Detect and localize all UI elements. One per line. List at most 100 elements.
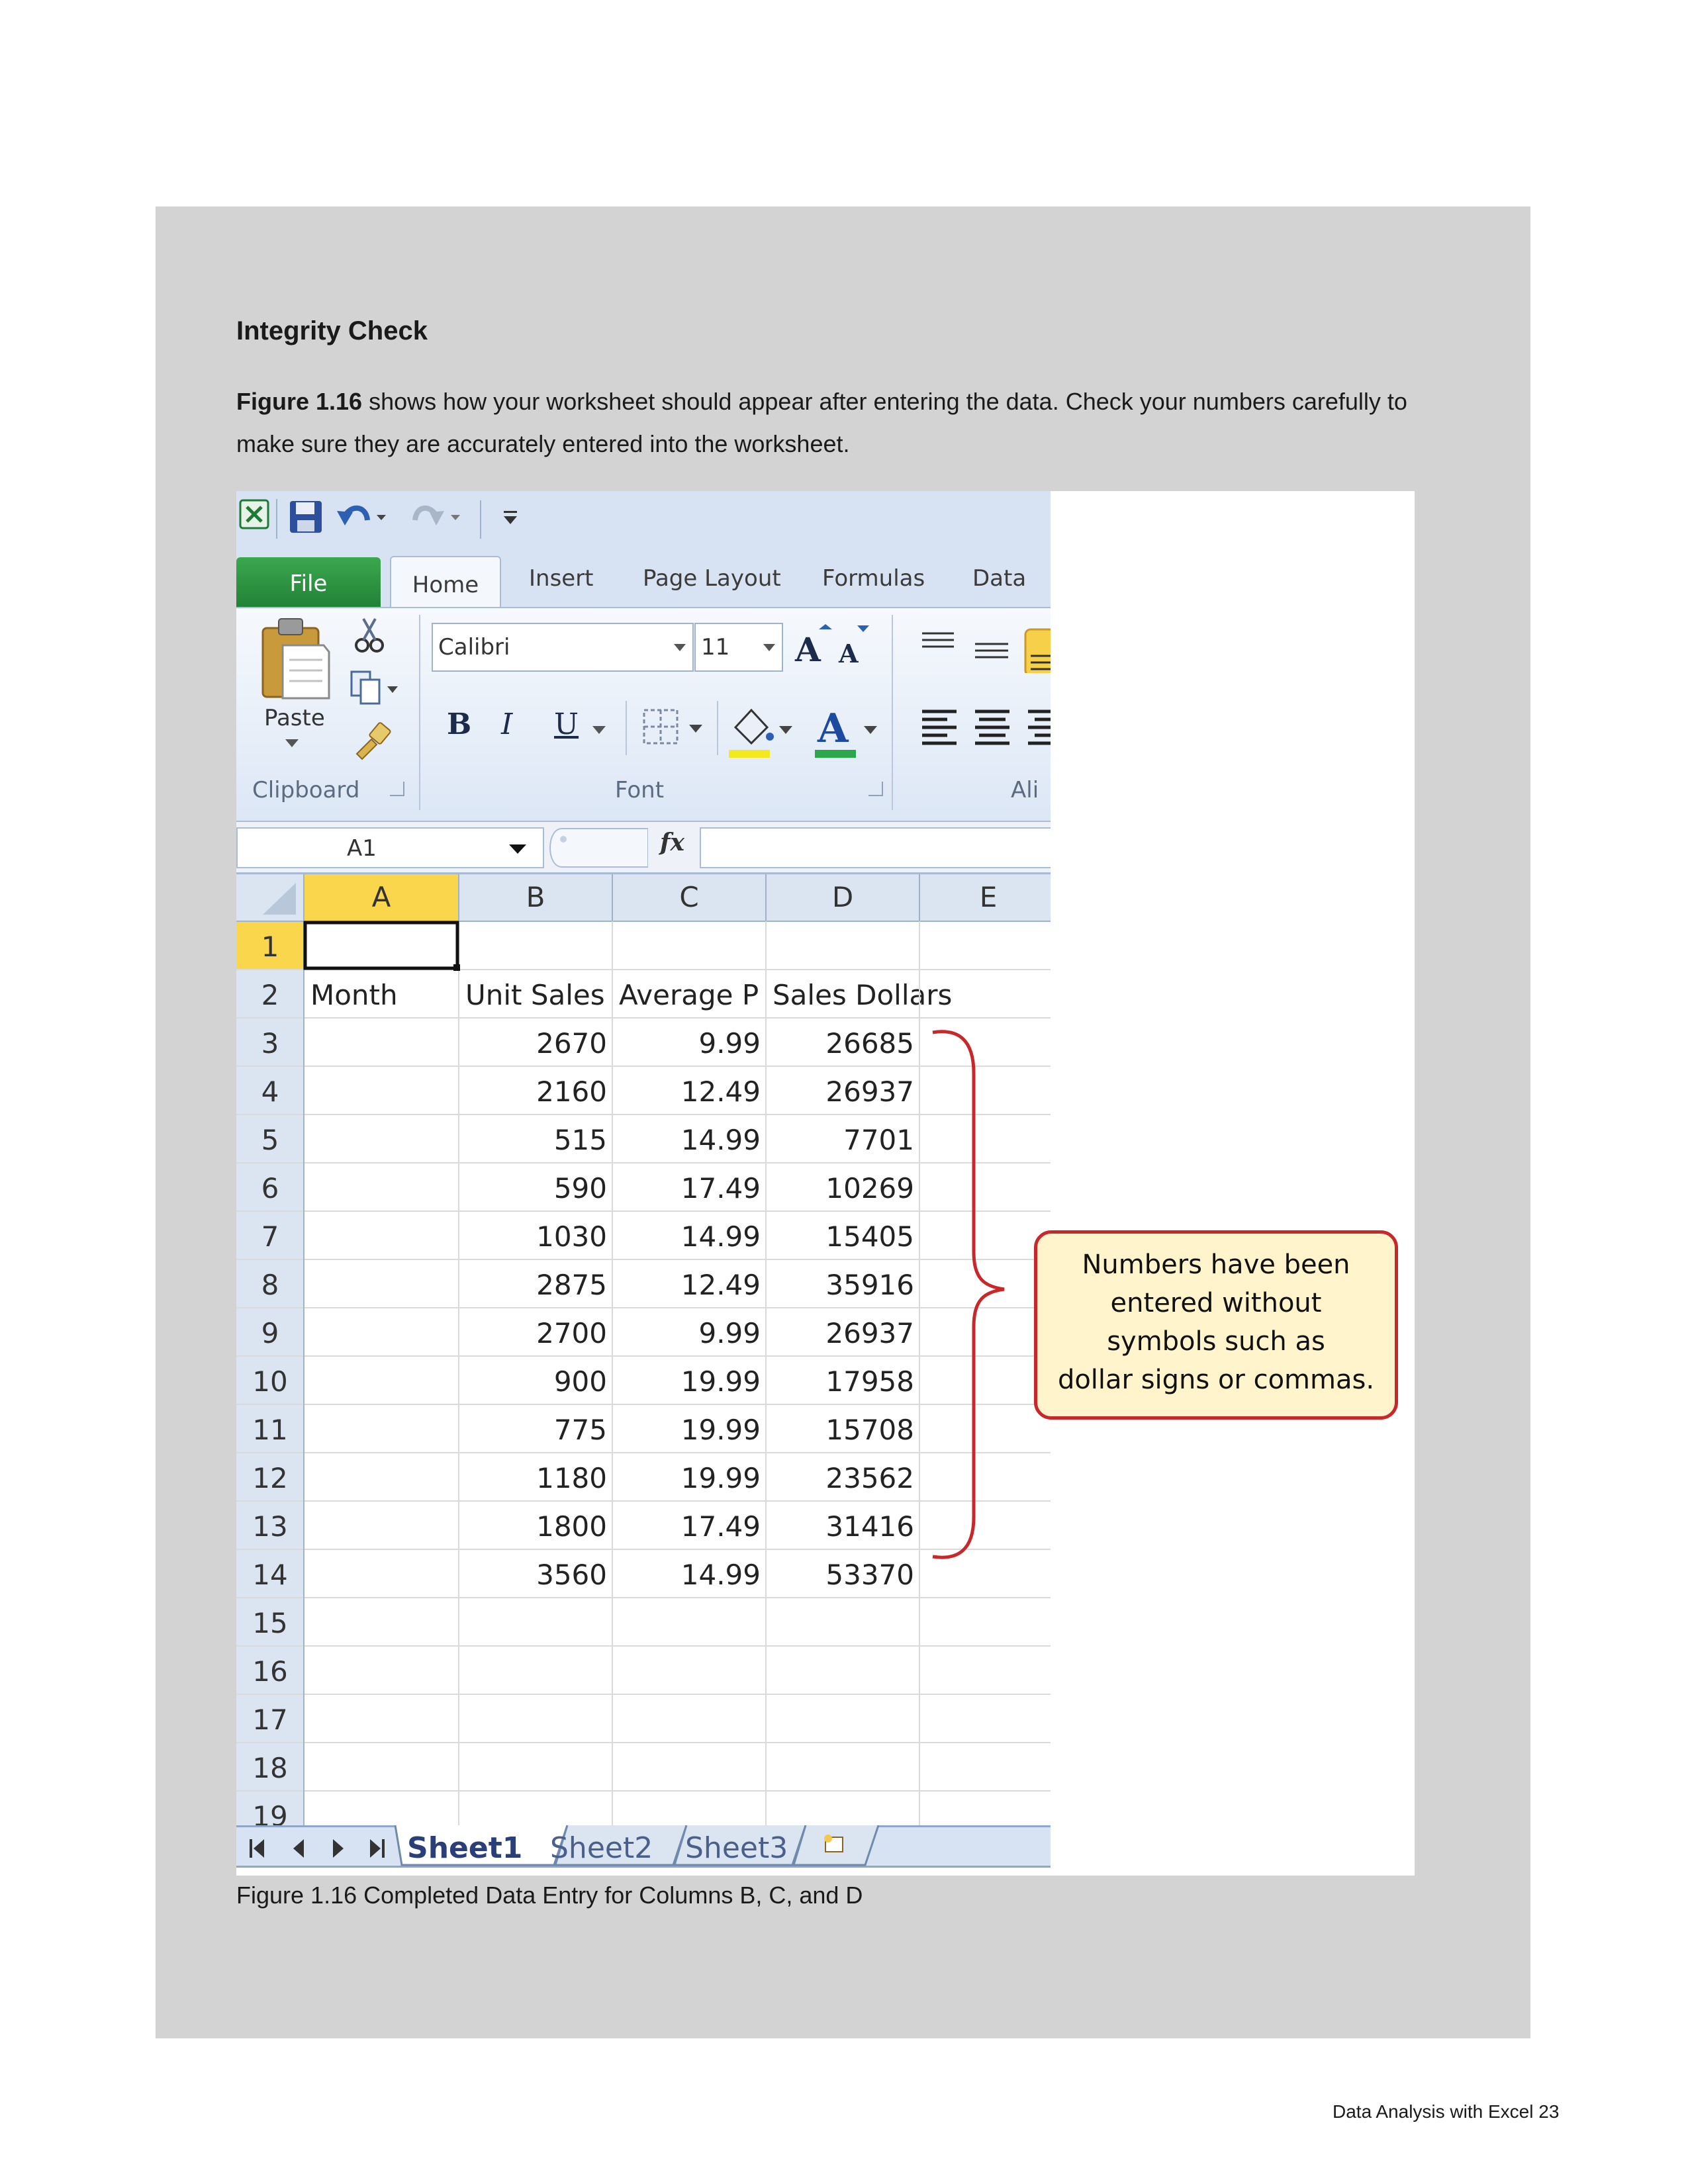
row-header-5[interactable]: 5 <box>261 1124 279 1156</box>
row-header-11[interactable]: 11 <box>252 1414 287 1446</box>
cell-c14[interactable]: 14.99 <box>681 1559 761 1591</box>
tab-page-layout[interactable]: Page Layout <box>643 565 781 592</box>
excel-app-icon[interactable] <box>239 499 269 529</box>
cell-b7[interactable]: 1030 <box>536 1220 607 1253</box>
cell-d8[interactable]: 35916 <box>825 1269 914 1301</box>
tab-home[interactable]: Home <box>390 556 501 609</box>
tab-insert[interactable]: Insert <box>529 565 594 592</box>
grow-shrink-font-icons[interactable]: A A <box>792 623 872 669</box>
row-header-13[interactable]: 13 <box>252 1510 287 1543</box>
row-header-19[interactable]: 19 <box>252 1800 287 1827</box>
borders-icon[interactable] <box>640 706 706 750</box>
fill-handle[interactable] <box>453 964 460 971</box>
cell-c5[interactable]: 14.99 <box>681 1124 761 1156</box>
cell-d2[interactable]: Sales Dollars <box>773 979 952 1011</box>
cell-b4[interactable]: 2160 <box>536 1075 607 1108</box>
cell-d7[interactable]: 15405 <box>825 1220 914 1253</box>
cell-d4[interactable]: 26937 <box>825 1075 914 1108</box>
sheet-tab-sheet1[interactable]: Sheet1 <box>407 1831 522 1865</box>
tab-formulas[interactable]: Formulas <box>822 565 925 592</box>
paste-dropdown-arrow[interactable] <box>285 739 299 747</box>
cell-d11[interactable]: 15708 <box>825 1414 914 1446</box>
row-header-15[interactable]: 15 <box>252 1607 287 1639</box>
row-header-10[interactable]: 10 <box>252 1365 287 1398</box>
row-header-18[interactable]: 18 <box>252 1752 287 1784</box>
formula-bar-resize-handle[interactable] <box>542 827 648 868</box>
cell-b5[interactable]: 515 <box>554 1124 607 1156</box>
cell-d10[interactable]: 17958 <box>825 1365 914 1398</box>
column-header-d[interactable]: D <box>832 881 853 913</box>
cell-d14[interactable]: 53370 <box>825 1559 914 1591</box>
font-color-icon[interactable]: A <box>812 698 885 760</box>
cell-b8[interactable]: 2875 <box>536 1269 607 1301</box>
font-size-select[interactable]: 11 <box>694 623 783 672</box>
worksheet-grid[interactable]: A B C D E12 Month Unit Sales Average P Sales Dol… <box>236 874 1051 1827</box>
row-header-4[interactable]: 4 <box>261 1075 279 1108</box>
row-header-8[interactable]: 8 <box>261 1269 279 1301</box>
clipboard-launcher-icon[interactable] <box>390 782 404 796</box>
italic-button[interactable]: I <box>501 707 512 741</box>
column-header-b[interactable]: B <box>526 881 545 913</box>
bold-button[interactable]: B <box>447 707 471 741</box>
cell-d9[interactable]: 26937 <box>825 1317 914 1349</box>
active-cell-border[interactable] <box>303 921 459 970</box>
tab-data[interactable]: Data <box>972 565 1026 592</box>
cell-c4[interactable]: 12.49 <box>681 1075 761 1108</box>
row-header-2[interactable]: 2 <box>261 979 279 1011</box>
row-header-6[interactable]: 6 <box>261 1172 279 1205</box>
sheet-nav-icons[interactable] <box>244 1833 390 1864</box>
column-header-e[interactable]: E <box>980 881 998 913</box>
cell-b14[interactable]: 3560 <box>536 1559 607 1591</box>
cell-c8[interactable]: 12.49 <box>681 1269 761 1301</box>
undo-icon[interactable] <box>336 499 389 535</box>
row-header-16[interactable]: 16 <box>252 1655 287 1688</box>
paste-label[interactable]: Paste <box>264 705 325 731</box>
formula-input[interactable] <box>700 827 1051 868</box>
cell-b11[interactable]: 775 <box>554 1414 607 1446</box>
row-header-12[interactable]: 12 <box>252 1462 287 1494</box>
row-header-9[interactable]: 9 <box>261 1317 279 1349</box>
copy-icon[interactable] <box>349 669 402 706</box>
cell-d5[interactable]: 7701 <box>843 1124 914 1156</box>
underline-button[interactable]: U <box>554 707 579 741</box>
underline-dropdown-arrow[interactable] <box>592 726 606 734</box>
row-header-1[interactable]: 1 <box>261 931 279 963</box>
font-name-select[interactable]: Calibri <box>432 623 694 672</box>
cell-d3[interactable]: 26685 <box>825 1027 914 1060</box>
fill-color-icon[interactable] <box>726 701 799 760</box>
cell-b6[interactable]: 590 <box>554 1172 607 1205</box>
font-launcher-icon[interactable] <box>868 782 883 796</box>
cell-c2[interactable]: Average P <box>619 979 759 1011</box>
customize-toolbar-icon[interactable] <box>501 508 521 528</box>
cell-c9[interactable]: 9.99 <box>698 1317 761 1349</box>
horizontal-align-icons[interactable] <box>918 706 1051 752</box>
cell-c13[interactable]: 17.49 <box>681 1510 761 1543</box>
column-header-a[interactable]: A <box>372 881 391 913</box>
row-header-3[interactable]: 3 <box>261 1027 279 1060</box>
cell-b2[interactable]: Unit Sales <box>465 979 605 1011</box>
vertical-align-icons[interactable] <box>918 627 1051 673</box>
cell-a2[interactable]: Month <box>310 979 398 1011</box>
redo-icon[interactable] <box>410 499 463 535</box>
sheet-tab-sheet3[interactable]: Sheet3 <box>685 1831 788 1865</box>
cell-b9[interactable]: 2700 <box>536 1317 607 1349</box>
format-painter-icon[interactable] <box>353 721 393 760</box>
row-header-17[interactable]: 17 <box>252 1704 287 1736</box>
insert-function-button[interactable]: fx <box>660 829 684 856</box>
row-header-14[interactable]: 14 <box>252 1559 287 1591</box>
cell-c7[interactable]: 14.99 <box>681 1220 761 1253</box>
cell-b3[interactable]: 2670 <box>536 1027 607 1060</box>
cell-c11[interactable]: 19.99 <box>681 1414 761 1446</box>
row-header-7[interactable]: 7 <box>261 1220 279 1253</box>
cell-c12[interactable]: 19.99 <box>681 1462 761 1494</box>
save-icon[interactable] <box>288 499 324 535</box>
paste-icon[interactable] <box>260 616 333 702</box>
cell-c6[interactable]: 17.49 <box>681 1172 761 1205</box>
cell-d13[interactable]: 31416 <box>825 1510 914 1543</box>
cell-c10[interactable]: 19.99 <box>681 1365 761 1398</box>
cut-icon[interactable] <box>354 616 385 653</box>
cell-d12[interactable]: 23562 <box>825 1462 914 1494</box>
cell-d6[interactable]: 10269 <box>825 1172 914 1205</box>
column-header-c[interactable]: C <box>679 881 698 913</box>
sheet-tab-sheet2[interactable]: Sheet2 <box>550 1831 653 1865</box>
